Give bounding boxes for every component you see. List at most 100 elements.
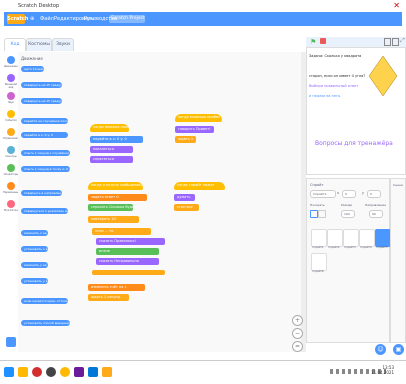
- app-icon[interactable]: [74, 367, 84, 377]
- close-icon[interactable]: ✕: [393, 1, 400, 10]
- palette-heading: Движение: [21, 56, 43, 61]
- taskbar: 13:53 11.04.2021: [0, 360, 406, 384]
- script-block[interactable]: спросить Сколько будет...: [88, 204, 133, 211]
- sprite-thumbnail[interactable]: [343, 229, 359, 247]
- category-label: Управление: [3, 137, 19, 140]
- category-variables[interactable]: [7, 182, 15, 190]
- script-block[interactable]: думать: [174, 194, 195, 201]
- script-block[interactable]: сказать Неправильно: [96, 258, 159, 265]
- extension-icon[interactable]: [6, 337, 16, 347]
- palette-block[interactable]: перейти в x: 0 y: 0: [21, 132, 68, 138]
- palette-block[interactable]: повернуть на 15 градусов: [21, 82, 62, 88]
- show-hidden-icon[interactable]: [318, 210, 326, 218]
- script-block[interactable]: изменить счёт на 1: [88, 284, 145, 291]
- explorer-icon[interactable]: [18, 367, 28, 377]
- browser-icon[interactable]: [32, 367, 42, 377]
- script-block[interactable]: ждать 1 секунд: [88, 294, 129, 301]
- palette-block[interactable]: повернуться к указатель мыши: [21, 208, 68, 214]
- chrome-icon[interactable]: [60, 367, 70, 377]
- palette-block[interactable]: установить x в 0: [21, 246, 48, 252]
- category-operators[interactable]: [7, 164, 15, 172]
- palette-block[interactable]: повернуть в направлении 90: [21, 190, 62, 196]
- tab-sounds[interactable]: Звуки: [52, 38, 74, 51]
- category-looks[interactable]: [7, 74, 15, 82]
- script-hat[interactable]: когда я получу сообщение1: [88, 182, 143, 190]
- category-motion[interactable]: [7, 56, 15, 64]
- palette-block[interactable]: плыть 1 секунд к случайное положение: [21, 150, 70, 156]
- add-backdrop-icon[interactable]: ▣: [393, 344, 404, 355]
- sprite-thumbnail[interactable]: [327, 229, 343, 247]
- large-stage-icon[interactable]: [392, 38, 399, 46]
- menu-file[interactable]: Файл: [40, 15, 54, 23]
- x-input[interactable]: 0: [342, 190, 356, 198]
- sprite-pane: Спрайт Спрайт1 x 0 y 0 Показать Размер 1…: [306, 178, 391, 355]
- stop-icon[interactable]: [320, 38, 326, 44]
- zoom-reset-icon[interactable]: =: [292, 341, 303, 352]
- sprite-thumbnail[interactable]: [359, 229, 375, 247]
- palette-block[interactable]: изменить x на 10: [21, 230, 48, 236]
- script-hat[interactable]: когда спрайт нажат: [174, 182, 225, 190]
- zoom-out-icon[interactable]: −: [292, 328, 303, 339]
- clock[interactable]: 13:53 11.04.2021: [371, 365, 394, 375]
- script-block[interactable]: говорить Привет!: [175, 126, 214, 133]
- palette-block[interactable]: идти 10 шагов: [21, 66, 44, 72]
- sprite-thumbnail-label: Спрайт2: [328, 246, 340, 249]
- code-area[interactable]: когда флажок нажат перейти в x: 0 y: 0 п…: [70, 52, 306, 352]
- show-visible-icon[interactable]: [310, 210, 318, 218]
- palette-block[interactable]: если касается края, оттолкнуться: [21, 298, 68, 304]
- script-block[interactable]: если ... то: [92, 228, 151, 235]
- script-block[interactable]: задать ответ 0: [88, 194, 147, 201]
- stage-text-line: Задача: Сколько у квадрата: [309, 54, 362, 58]
- window-title: Scratch Desktop: [18, 3, 60, 9]
- category-my-blocks[interactable]: [7, 200, 15, 208]
- script-hat[interactable]: когда флажок нажат: [90, 124, 129, 132]
- zoom-in-icon[interactable]: +: [292, 315, 303, 326]
- sprite-thumbnail[interactable]: [311, 253, 327, 271]
- sprite-name-input[interactable]: Спрайт1: [310, 190, 336, 198]
- script-block[interactable]: показаться: [90, 146, 133, 153]
- globe-icon[interactable]: ⊕: [30, 15, 34, 23]
- palette-block[interactable]: изменить y на 10: [21, 262, 48, 268]
- palette-block[interactable]: установить y в 0: [21, 278, 48, 284]
- script-block[interactable]: иначе: [96, 248, 159, 255]
- script-block[interactable]: стоп все: [174, 204, 199, 211]
- stage-selector-pane[interactable]: Сцена ▣: [390, 178, 406, 355]
- media-icon[interactable]: [46, 367, 56, 377]
- scratch-logo[interactable]: Scratch: [7, 14, 28, 24]
- script-block[interactable]: спрятаться: [90, 156, 133, 163]
- category-sound[interactable]: [7, 92, 15, 100]
- fullscreen-icon[interactable]: ⤢: [400, 37, 405, 45]
- project-title-input[interactable]: Scratch Project: [109, 15, 145, 23]
- stage-canvas[interactable]: Задача: Сколько у квадрата сторон, если …: [306, 47, 406, 175]
- add-sprite-icon[interactable]: ☺: [375, 344, 386, 355]
- palette-block[interactable]: плыть 1 секунд в точку x: 0 y: 0: [21, 166, 70, 172]
- category-events[interactable]: [7, 110, 15, 118]
- category-label: Внешний вид: [4, 83, 18, 89]
- script-block[interactable]: перейти в x: 0 y: 0: [90, 136, 143, 143]
- tab-code[interactable]: Код: [4, 38, 26, 51]
- small-stage-icon[interactable]: [384, 38, 391, 46]
- sprite-thumbnail[interactable]: [311, 229, 327, 247]
- palette-block[interactable]: повернуть на 15 градусов: [21, 98, 62, 104]
- category-control[interactable]: [7, 128, 15, 136]
- green-flag-icon[interactable]: ⚑: [310, 38, 316, 46]
- y-input[interactable]: 0: [367, 190, 381, 198]
- scratch-taskbar-icon[interactable]: [102, 367, 112, 377]
- start-icon[interactable]: [4, 367, 14, 377]
- direction-input[interactable]: 90: [369, 210, 383, 218]
- script-block[interactable]: повторять 10: [88, 216, 139, 223]
- sprite-thumbnail-selected[interactable]: [375, 229, 391, 247]
- clock-date: 11.04.2021: [371, 370, 394, 375]
- size-input[interactable]: 100: [341, 210, 355, 218]
- script-block[interactable]: ждать 1: [175, 136, 196, 143]
- stage-text-line: сторон, если он имеет 4 угла?: [309, 74, 366, 78]
- category-sensing[interactable]: [7, 146, 15, 154]
- palette-block[interactable]: установить способ вращения влево-вправо: [21, 320, 70, 326]
- app-icon[interactable]: [88, 367, 98, 377]
- script-hat[interactable]: когда клавиша пробел нажата: [175, 114, 222, 122]
- tab-costumes[interactable]: Костюмы: [26, 38, 52, 51]
- script-block[interactable]: сказать Правильно!: [96, 238, 165, 245]
- palette-block[interactable]: перейти на случайное положение: [21, 118, 68, 124]
- category-label: Звук: [7, 101, 15, 104]
- show-label: Показать: [310, 203, 325, 207]
